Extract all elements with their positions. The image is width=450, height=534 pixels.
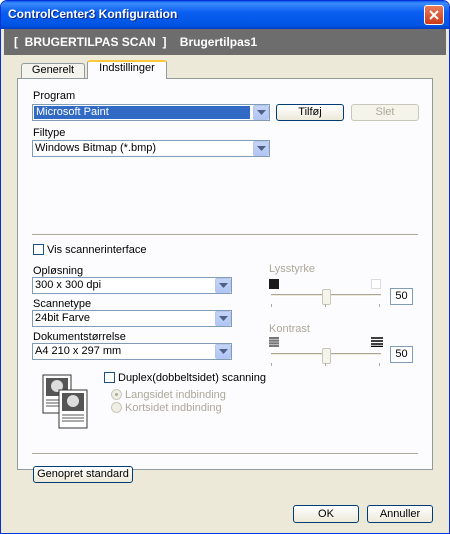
filetype-label: Filtype: [33, 127, 66, 139]
contrast-high-icon: [371, 337, 383, 347]
brightness-high-icon: [371, 279, 381, 289]
dropdown-arrow-icon: [253, 141, 269, 156]
docsize-select[interactable]: A4 210 x 297 mm: [32, 343, 232, 360]
contrast-slider[interactable]: [269, 348, 383, 368]
docsize-value: A4 210 x 297 mm: [35, 345, 122, 357]
slider-thumb[interactable]: [321, 348, 331, 364]
profile-header-text: [ BRUGERTILPAS SCAN ] Brugertilpas1: [14, 35, 258, 49]
short-edge-radio[interactable]: [111, 402, 122, 413]
duplex-document-icon: [42, 374, 88, 429]
program-value: Microsoft Paint: [34, 106, 250, 119]
scantype-value: 24bit Farve: [35, 312, 91, 324]
resolution-select[interactable]: 300 x 300 dpi: [32, 277, 232, 294]
dropdown-arrow-icon: [215, 278, 231, 293]
slider-tick: [271, 304, 272, 307]
slider-tick: [325, 363, 326, 366]
scanner-interface-label: Vis scannerinterface: [47, 244, 147, 256]
tab-label: Generelt: [31, 64, 75, 76]
tab-label: Indstillinger: [99, 62, 155, 74]
program-select[interactable]: Microsoft Paint: [32, 104, 270, 121]
delete-program-button[interactable]: Slet: [351, 104, 419, 121]
title-bar[interactable]: ControlCenter3 Konfiguration: [1, 1, 449, 29]
config-window: ControlCenter3 Konfiguration [ BRUGERTIL…: [0, 0, 450, 534]
long-edge-label: Langsidet indbinding: [125, 389, 226, 401]
contrast-low-icon: [269, 337, 279, 347]
brightness-value-box[interactable]: 50: [390, 288, 413, 305]
long-edge-radio[interactable]: [111, 389, 122, 400]
add-program-button[interactable]: Tilføj: [276, 104, 344, 121]
contrast-value-box[interactable]: 50: [390, 346, 413, 363]
filetype-value: Windows Bitmap (*.bmp): [35, 142, 157, 154]
divider: [32, 234, 418, 236]
slider-thumb[interactable]: [321, 289, 331, 305]
restore-defaults-button[interactable]: Genopret standard: [33, 466, 133, 483]
divider: [32, 453, 418, 455]
scantype-label: Scannetype: [33, 298, 92, 310]
profile-header: [ BRUGERTILPAS SCAN ] Brugertilpas1: [4, 29, 446, 55]
close-button[interactable]: [424, 5, 444, 25]
dropdown-arrow-icon: [215, 344, 231, 359]
dropdown-arrow-icon: [215, 311, 231, 326]
scanner-interface-checkbox[interactable]: [33, 244, 44, 255]
brightness-label: Lysstyrke: [269, 263, 316, 275]
contrast-label: Kontrast: [269, 323, 310, 335]
resolution-value: 300 x 300 dpi: [35, 279, 102, 291]
duplex-checkbox[interactable]: [104, 372, 115, 383]
slider-tick: [379, 363, 380, 366]
tab-indstillinger[interactable]: Indstillinger: [87, 60, 167, 79]
scantype-select[interactable]: 24bit Farve: [32, 310, 232, 327]
brightness-slider[interactable]: [269, 289, 383, 309]
cancel-button[interactable]: Annuller: [367, 505, 433, 523]
dropdown-arrow-icon: [253, 105, 269, 120]
resolution-label: Opløsning: [33, 265, 84, 277]
program-label: Program: [33, 90, 76, 102]
brightness-low-icon: [269, 279, 279, 289]
docsize-label: Dokumentstørrelse: [33, 331, 126, 343]
slider-tick: [271, 363, 272, 366]
ok-button[interactable]: OK: [293, 505, 359, 523]
slider-tick: [379, 304, 380, 307]
slider-tick: [325, 304, 326, 307]
window-title: ControlCenter3 Konfiguration: [8, 7, 178, 21]
close-icon: [429, 10, 439, 20]
short-edge-label: Kortsidet indbinding: [125, 402, 222, 414]
filetype-select[interactable]: Windows Bitmap (*.bmp): [32, 140, 270, 157]
duplex-label: Duplex(dobbeltsidet) scanning: [118, 372, 266, 384]
tab-generelt[interactable]: Generelt: [21, 63, 85, 78]
